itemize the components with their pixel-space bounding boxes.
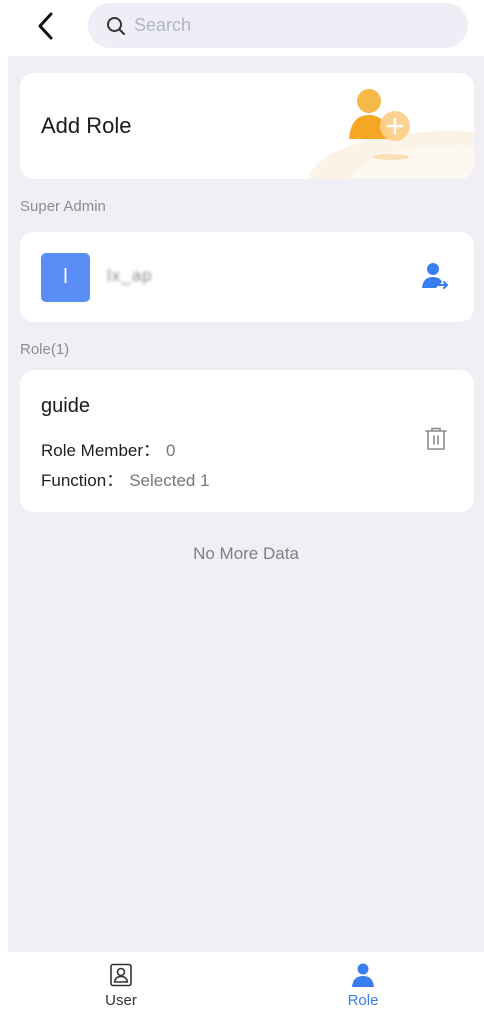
super-admin-card: l lx_ap: [20, 232, 474, 322]
role-name: guide: [41, 395, 90, 417]
add-user-illustration: [309, 89, 474, 179]
add-role-card[interactable]: Add Role: [20, 73, 474, 179]
trash-icon[interactable]: [422, 425, 450, 453]
tab-role-label: Role: [347, 992, 379, 1009]
transfer-user-icon[interactable]: [418, 260, 452, 294]
role-member-row: Role Member： 0: [41, 436, 176, 461]
function-row: Function： Selected 1: [41, 466, 210, 491]
main-content: Add Role Super Admin l lx_ap Role(1) gui…: [8, 56, 484, 952]
search-input[interactable]: [134, 15, 434, 36]
function-label: Function：: [41, 471, 124, 490]
role-member-value: 0: [166, 441, 176, 460]
tab-role[interactable]: Role: [242, 952, 484, 1014]
avatar: l: [41, 253, 90, 302]
section-label-super-admin: Super Admin: [20, 198, 106, 215]
tab-user[interactable]: User: [0, 952, 242, 1014]
chevron-left-icon: [38, 12, 53, 40]
function-value: Selected 1: [129, 471, 210, 490]
top-bar: [0, 0, 484, 56]
tab-bar: User Role: [0, 952, 484, 1014]
tab-user-label: User: [105, 992, 137, 1009]
person-icon: [352, 963, 374, 987]
section-label-roles: Role(1): [20, 341, 70, 358]
add-role-title: Add Role: [41, 113, 132, 138]
role-card[interactable]: guide Role Member： 0 Function： Selected 1: [20, 370, 474, 512]
search-bar[interactable]: [88, 3, 468, 48]
admin-name: lx_ap: [107, 266, 153, 285]
user-card-icon: [110, 963, 132, 987]
role-member-label: Role Member：: [41, 441, 161, 460]
search-icon: [107, 16, 125, 35]
no-more-data: No More Data: [193, 544, 299, 563]
back-button[interactable]: [28, 8, 64, 44]
